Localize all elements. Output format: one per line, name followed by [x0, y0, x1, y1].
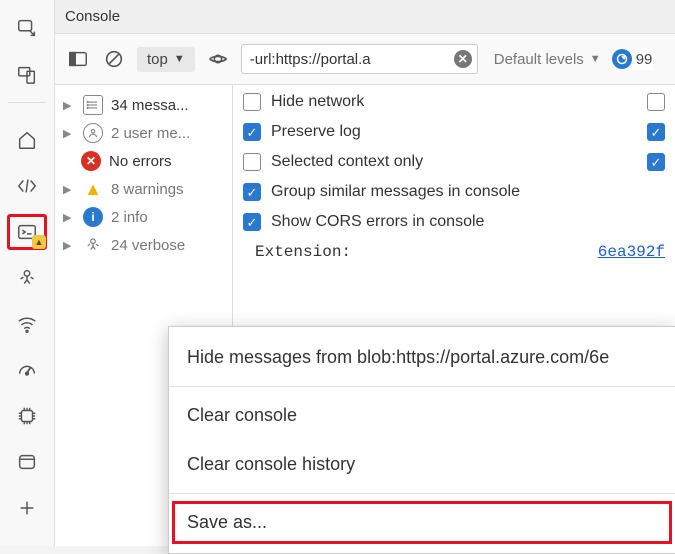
setting-label: Hide network: [271, 93, 364, 111]
checkbox-unchecked[interactable]: [243, 93, 261, 111]
extension-label: Extension:: [255, 243, 351, 261]
filter-label: 34 messa...: [111, 97, 189, 114]
log-levels-selector[interactable]: Default levels ▼: [494, 51, 601, 68]
ctx-hide-messages[interactable]: Hide messages from blob:https://portal.a…: [169, 333, 675, 382]
chevron-down-icon: ▼: [590, 53, 601, 65]
live-expression-icon[interactable]: [205, 46, 231, 72]
filter-label: No errors: [109, 153, 172, 170]
separator: [169, 386, 675, 387]
filter-user-messages[interactable]: ▶ 2 user me...: [55, 119, 232, 147]
issues-button[interactable]: 99: [611, 48, 654, 70]
setting-label: Show CORS errors in console: [271, 213, 484, 231]
filter-wrap: ✕: [241, 44, 478, 74]
extension-log-row: Extension: 6ea392f: [243, 243, 665, 261]
warning-badge-icon: ▲: [32, 235, 46, 249]
filter-label: 2 user me...: [111, 125, 190, 142]
checkbox-unchecked[interactable]: [243, 153, 261, 171]
filter-errors[interactable]: ✕ No errors: [55, 147, 232, 175]
expand-icon: ▶: [63, 127, 75, 140]
warning-icon: ▲: [83, 179, 103, 199]
context-label: top: [147, 51, 168, 68]
toggle-sidebar-icon[interactable]: [65, 46, 91, 72]
setting-show-cors[interactable]: ✓ Show CORS errors in console: [243, 213, 665, 231]
checkbox-checked[interactable]: ✓: [243, 183, 261, 201]
home-icon[interactable]: [7, 122, 47, 158]
checkbox-checked[interactable]: ✓: [647, 153, 665, 171]
ctx-clear-console[interactable]: Clear console: [169, 391, 675, 440]
performance-icon[interactable]: [7, 352, 47, 388]
checkbox-checked[interactable]: ✓: [647, 123, 665, 141]
expand-icon: ▶: [63, 99, 75, 112]
filter-label: 2 info: [111, 209, 148, 226]
extension-hash-link[interactable]: 6ea392f: [598, 243, 665, 261]
setting-group-similar[interactable]: ✓ Group similar messages in console: [243, 183, 665, 201]
expand-icon: ▶: [63, 183, 75, 196]
verbose-icon: [83, 235, 103, 255]
filter-verbose[interactable]: ▶ 24 verbose: [55, 231, 232, 259]
memory-icon[interactable]: [7, 398, 47, 434]
issues-count: 99: [636, 51, 653, 68]
setting-label: Selected context only: [271, 153, 423, 171]
filter-label: 8 warnings: [111, 181, 184, 198]
inspect-icon[interactable]: [7, 10, 47, 46]
network-icon[interactable]: [7, 306, 47, 342]
list-icon: [83, 95, 103, 115]
filter-all-messages[interactable]: ▶ 34 messa...: [55, 91, 232, 119]
issues-icon: [612, 49, 632, 69]
console-toolbar: top ▼ ✕ Default levels ▼ 99: [55, 34, 675, 85]
checkbox-checked[interactable]: ✓: [243, 123, 261, 141]
filter-input[interactable]: [241, 44, 478, 74]
setting-preserve-log[interactable]: ✓ Preserve log ✓: [243, 123, 665, 141]
checkbox-checked[interactable]: ✓: [243, 213, 261, 231]
filter-label: 24 verbose: [111, 237, 185, 254]
separator: [169, 493, 675, 494]
info-icon: i: [83, 207, 103, 227]
ctx-clear-history[interactable]: Clear console history: [169, 440, 675, 489]
setting-selected-context[interactable]: Selected context only ✓: [243, 153, 665, 171]
ctx-save-as[interactable]: Save as...: [169, 498, 675, 547]
elements-icon[interactable]: [7, 168, 47, 204]
setting-label: Preserve log: [271, 123, 361, 141]
setting-label: Group similar messages in console: [271, 183, 520, 201]
error-icon: ✕: [81, 151, 101, 171]
expand-icon: ▶: [63, 211, 75, 224]
device-icon[interactable]: [7, 56, 47, 92]
setting-hide-network[interactable]: Hide network: [243, 93, 665, 111]
context-selector[interactable]: top ▼: [137, 47, 195, 72]
panel-title: Console: [55, 0, 675, 34]
user-icon: [83, 123, 103, 143]
filter-info[interactable]: ▶ i 2 info: [55, 203, 232, 231]
activity-bar: ▲: [0, 0, 55, 546]
levels-label: Default levels: [494, 51, 584, 68]
checkbox-unchecked[interactable]: [647, 93, 665, 111]
clear-console-icon[interactable]: [101, 46, 127, 72]
application-icon[interactable]: [7, 444, 47, 480]
filter-warnings[interactable]: ▶ ▲ 8 warnings: [55, 175, 232, 203]
sources-icon[interactable]: [7, 260, 47, 296]
console-tab-icon[interactable]: ▲: [7, 214, 47, 250]
add-tool-icon[interactable]: [7, 490, 47, 526]
expand-icon: ▶: [63, 239, 75, 252]
chevron-down-icon: ▼: [174, 53, 185, 65]
context-menu: Hide messages from blob:https://portal.a…: [168, 326, 675, 554]
clear-filter-icon[interactable]: ✕: [454, 50, 472, 68]
